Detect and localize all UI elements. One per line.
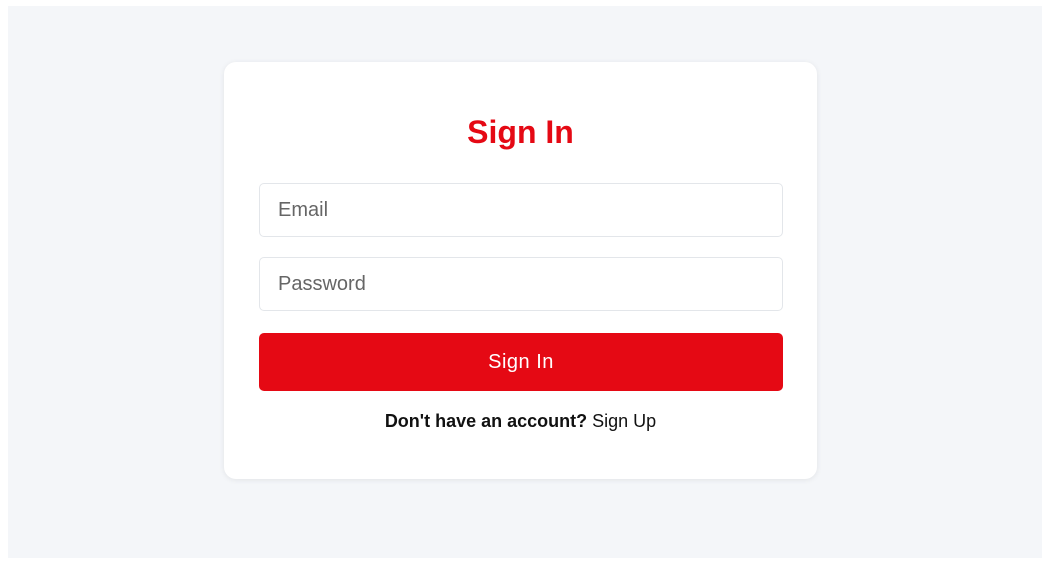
email-field[interactable] <box>259 183 783 237</box>
password-field[interactable] <box>259 257 783 311</box>
sign-in-button[interactable]: Sign In <box>259 333 783 391</box>
sign-up-link[interactable]: Sign Up <box>592 411 656 431</box>
signup-row: Don't have an account? Sign Up <box>224 409 817 433</box>
sign-in-card: Sign In Sign In Don't have an account? S… <box>224 62 817 479</box>
page-title: Sign In <box>467 114 574 150</box>
signup-prompt: Don't have an account? <box>384 411 588 431</box>
page-background: Sign In Sign In Don't have an account? S… <box>8 6 1042 558</box>
